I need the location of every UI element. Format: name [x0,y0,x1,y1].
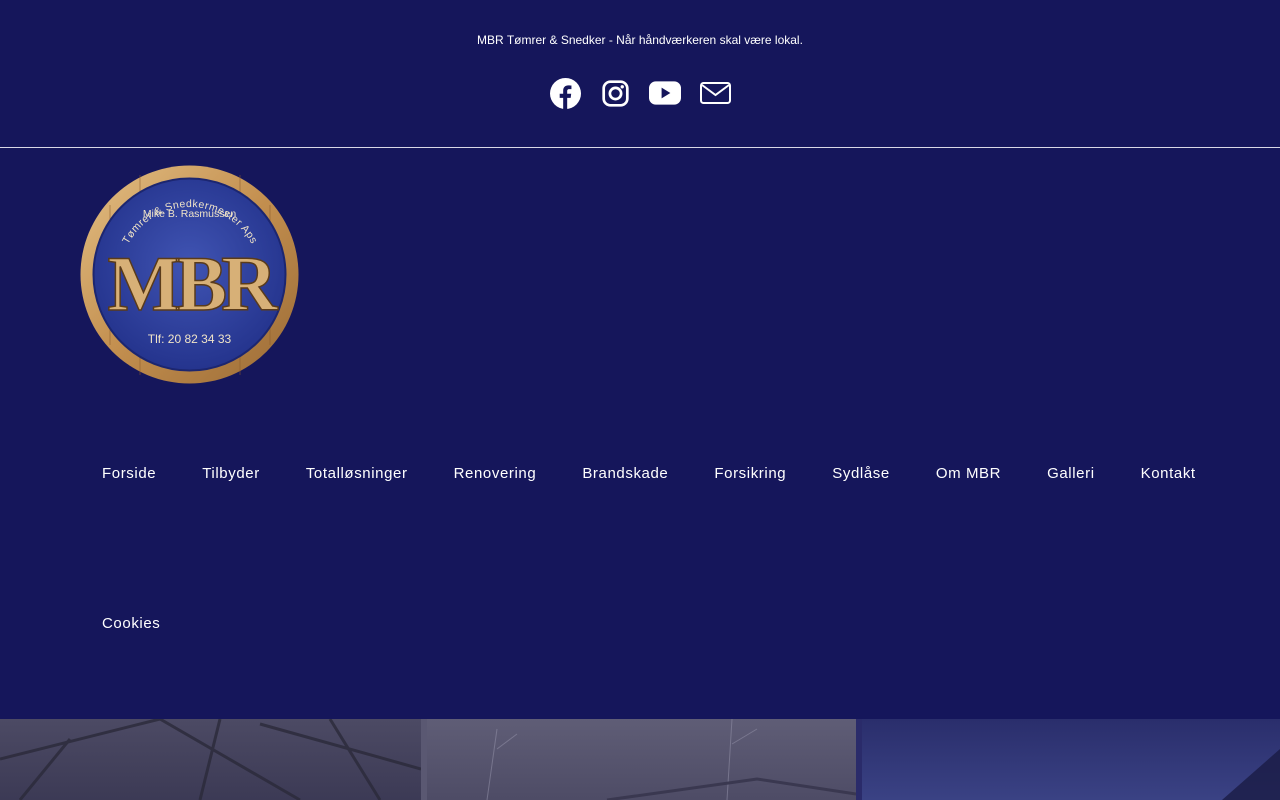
nav-item-tilbyder[interactable]: Tilbyder [180,465,282,482]
gallery-image-sky-roof[interactable] [862,719,1280,800]
email-link[interactable] [699,76,731,110]
nav-item-renovering[interactable]: Renovering [432,465,559,482]
youtube-icon [649,81,681,105]
facebook-icon [549,77,581,109]
hero-gallery [0,719,1280,800]
logo-owner-text: Mike B. Rasmussen [143,208,237,220]
winter-trees-graphic [486,719,857,800]
nav-item-forside[interactable]: Forside [80,465,178,482]
nav-item-kontakt[interactable]: Kontakt [1119,465,1218,482]
roof-edge-graphic [1222,749,1280,800]
instagram-icon [601,79,629,107]
nav-row: Cookies [80,560,182,686]
nav-item-forsikring[interactable]: Forsikring [692,465,808,482]
nav-item-cookies[interactable]: Cookies [80,615,182,632]
mbr-logo-badge: Tømrer & Snedkermester Aps Mike B. Rasmu… [80,165,299,384]
nav-row: Forside Tilbyder Totalløsninger Renoveri… [80,410,1220,536]
main-navigation: Forside Tilbyder Totalløsninger Renoveri… [80,410,1220,632]
logo-monogram: MBR [108,240,280,327]
site-logo[interactable]: Tømrer & Snedkermester Aps Mike B. Rasmu… [80,165,299,384]
nav-item-totalloesninger[interactable]: Totalløsninger [284,465,430,482]
nav-item-galleri[interactable]: Galleri [1025,465,1117,482]
email-icon [699,82,731,104]
social-links [0,76,1280,110]
instagram-link[interactable] [599,76,631,110]
top-bar: MBR Tømrer & Snedker - Når håndværkeren … [0,0,1280,148]
nav-item-om-mbr[interactable]: Om MBR [914,465,1023,482]
youtube-link[interactable] [649,76,681,110]
nav-item-brandskade[interactable]: Brandskade [560,465,690,482]
nav-item-sydlaase[interactable]: Sydlåse [810,465,912,482]
roof-beams-graphic [0,719,422,800]
site-tagline: MBR Tømrer & Snedker - Når håndværkeren … [477,33,803,47]
logo-phone-text: Tlf: 20 82 34 33 [148,332,232,346]
gallery-image-roof-structure[interactable] [0,719,422,800]
gallery-image-winter-house[interactable] [427,719,857,800]
facebook-link[interactable] [549,76,581,110]
